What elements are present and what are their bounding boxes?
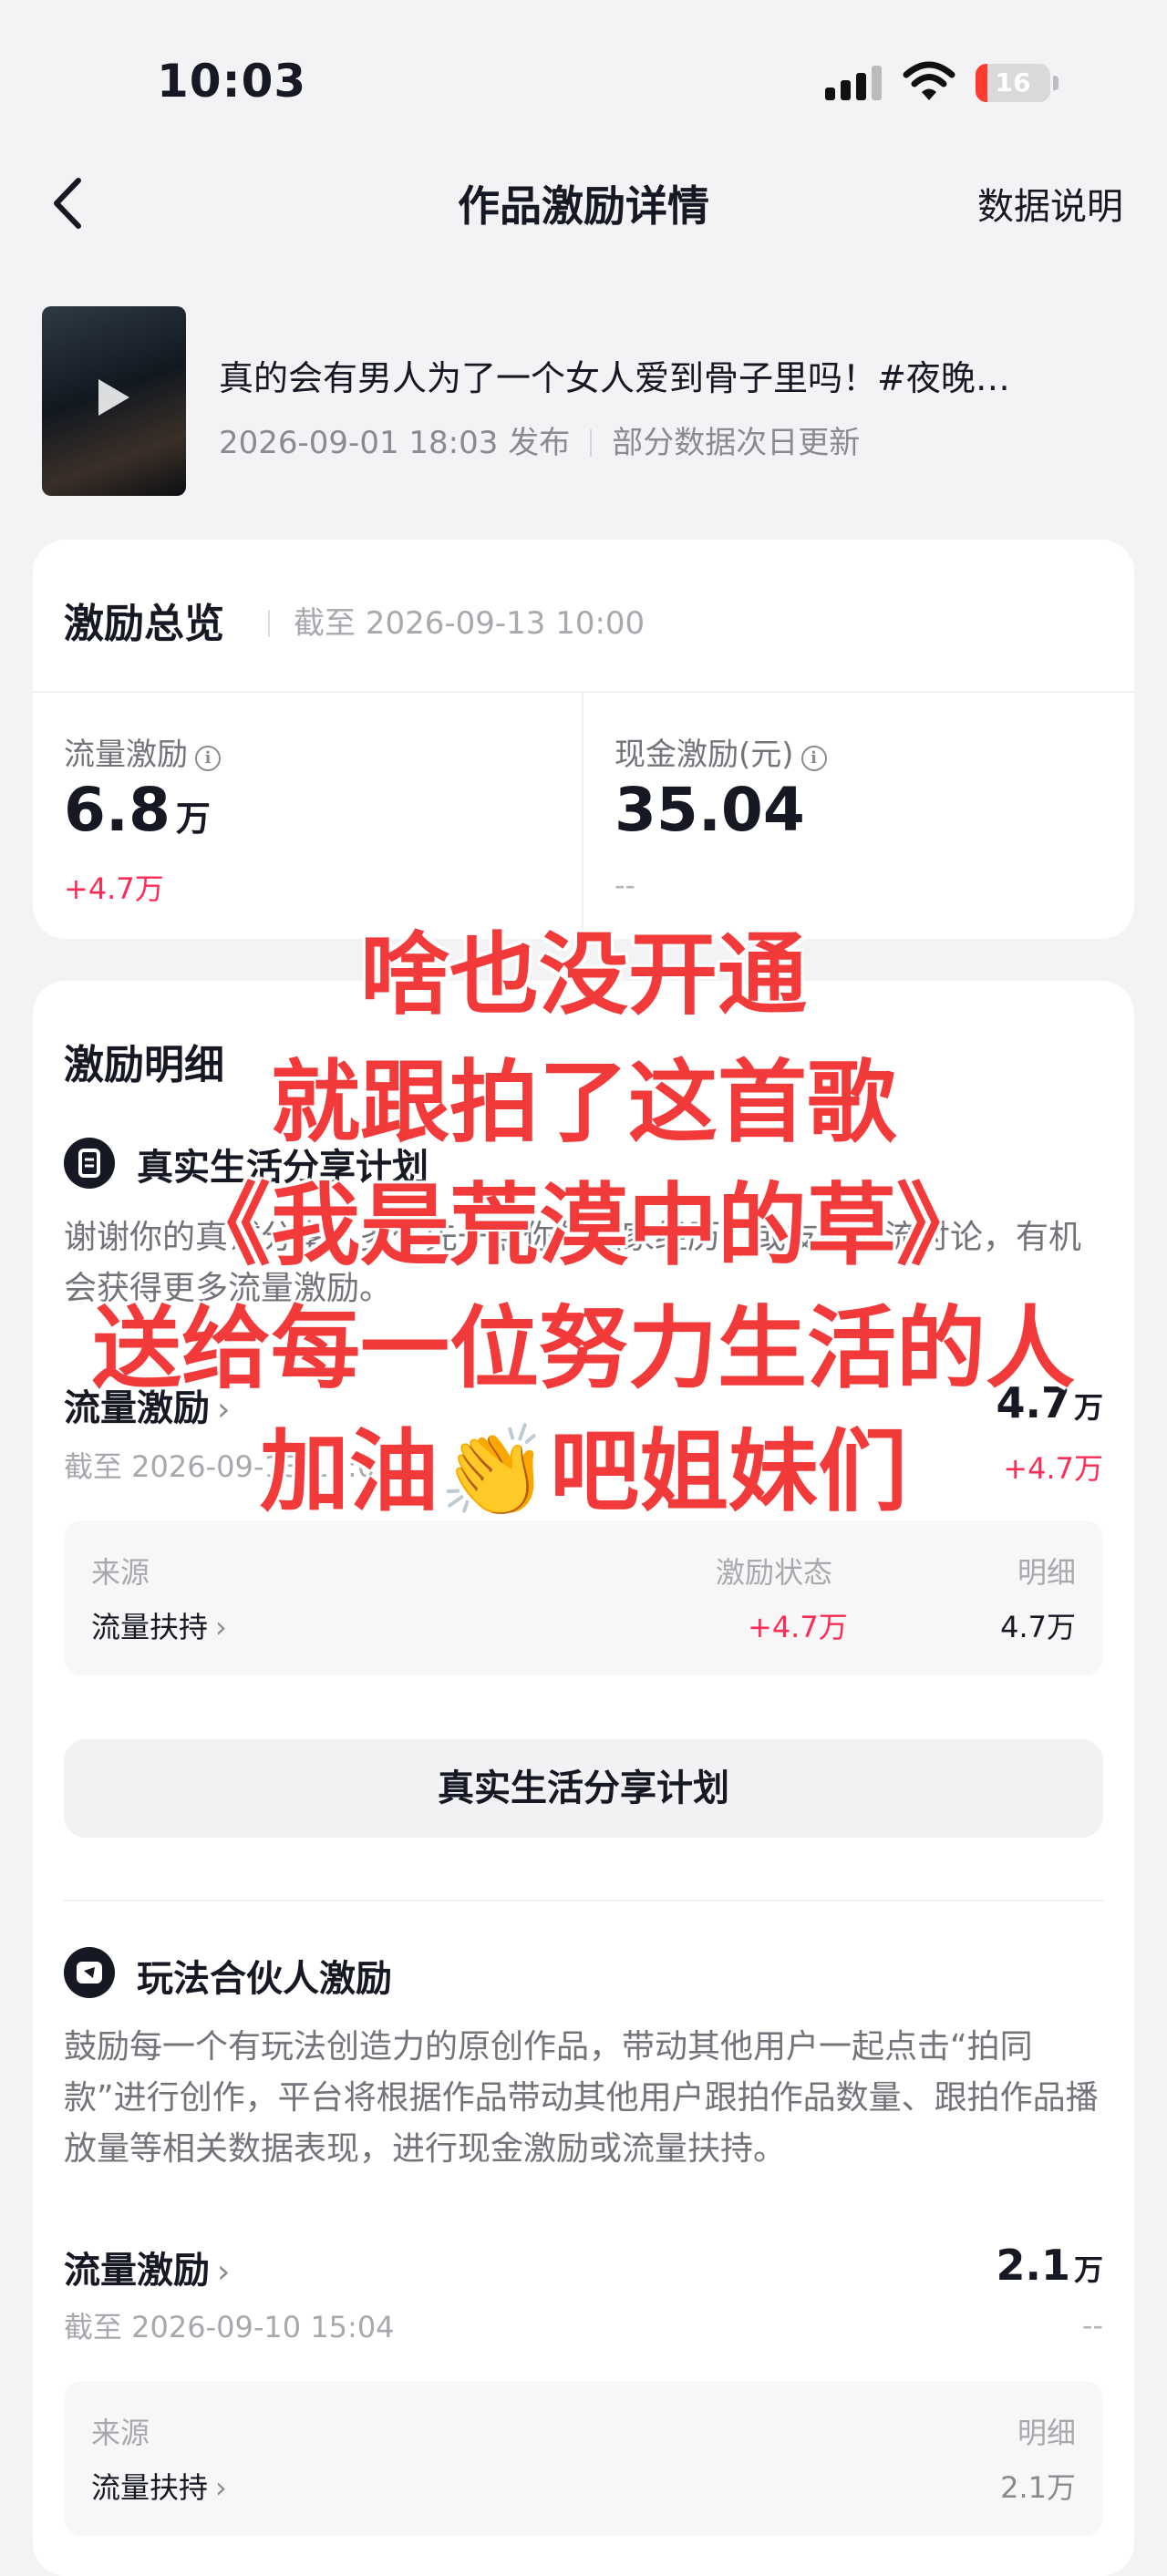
overview-as-of: 截至 2026-09-13 10:00 (268, 598, 645, 643)
battery-level-text: 16 (995, 67, 1031, 98)
table-row-source[interactable]: 流量扶持 › (91, 2465, 227, 2507)
overlay-caption-line: 啥也没开通 (359, 923, 807, 1027)
table-row-detail: 4.7万 (1000, 1610, 1076, 1644)
video-thumbnail[interactable] (42, 306, 186, 496)
info-icon[interactable]: i (195, 746, 221, 771)
status-time: 10:03 (157, 55, 307, 108)
publish-time: 2026-09-01 18:03 发布 (219, 425, 571, 461)
chevron-right-icon: › (215, 1610, 227, 1644)
video-title[interactable]: 真的会有男人为了一个女人爱到骨子里吗！#夜晚… (219, 350, 1121, 400)
plan-icon (64, 1947, 115, 1998)
data-explanation-link[interactable]: 数据说明 (977, 177, 1123, 230)
cash-incentive-value: 35.04 (614, 775, 805, 845)
table-row-source[interactable]: 流量扶持 › (91, 1604, 227, 1646)
plan-description: 鼓励每一个有玩法创造力的原创作品，带动其他用户一起点击“拍同款”进行创作，平台将… (64, 2028, 1099, 2168)
table-header-detail: 明细 (1017, 1555, 1076, 1590)
plan-as-of: 截至 2026-09-10 15:04 (64, 2310, 395, 2344)
info-icon[interactable]: i (800, 746, 827, 771)
source-table (64, 1520, 1103, 1675)
plan-name: 玩法合伙人激励 (137, 1958, 392, 2000)
cash-incentive-label[interactable]: 现金激励(元) i (614, 729, 827, 774)
table-header-status: 激励状态 (716, 1555, 833, 1590)
chevron-right-icon: › (215, 2470, 227, 2505)
table-row-detail: 2.1万 (1000, 2470, 1076, 2505)
traffic-incentive-value: 6.8 万 (64, 775, 211, 845)
overlay-caption-line: 就跟拍了这首歌 (270, 1051, 896, 1155)
update-note: 部分数据次日更新 (612, 425, 861, 461)
plan-traffic-row[interactable]: 流量激励 › (64, 2241, 230, 2293)
traffic-incentive-label[interactable]: 流量激励 i (64, 729, 221, 774)
partner-plan-icon (77, 1962, 102, 1984)
plan-value: 2.1 万 (996, 2241, 1103, 2290)
source-table (64, 2381, 1103, 2536)
overlay-caption-line: 加油👏吧姐妹们 (259, 1420, 908, 1524)
table-header-source: 来源 (91, 1555, 150, 1590)
divider (64, 1900, 1103, 1901)
video-meta: 2026-09-01 18:03 发布 部分数据次日更新 (219, 417, 860, 462)
overlay-caption-line: 《我是荒漠中的草》 (181, 1174, 986, 1278)
table-header-source: 来源 (91, 2416, 150, 2450)
cash-incentive-delta: -- (614, 868, 636, 902)
cellular-signal-icon (825, 66, 883, 100)
battery-icon: 16 (976, 64, 1059, 102)
plan-delta: -- (1081, 2308, 1103, 2343)
overview-title: 激励总览 (64, 601, 224, 647)
wifi-icon (903, 61, 955, 100)
overlay-caption-line: 送给每一位努力生活的人 (91, 1297, 1075, 1401)
plan-button[interactable]: 真实生活分享计划 (64, 1739, 1103, 1838)
play-icon (98, 379, 129, 416)
table-header-detail: 明细 (1017, 2416, 1076, 2450)
table-row-status: +4.7万 (748, 1610, 848, 1644)
meta-divider (590, 429, 593, 457)
chevron-right-icon: › (217, 2253, 231, 2291)
divider (33, 691, 1134, 693)
